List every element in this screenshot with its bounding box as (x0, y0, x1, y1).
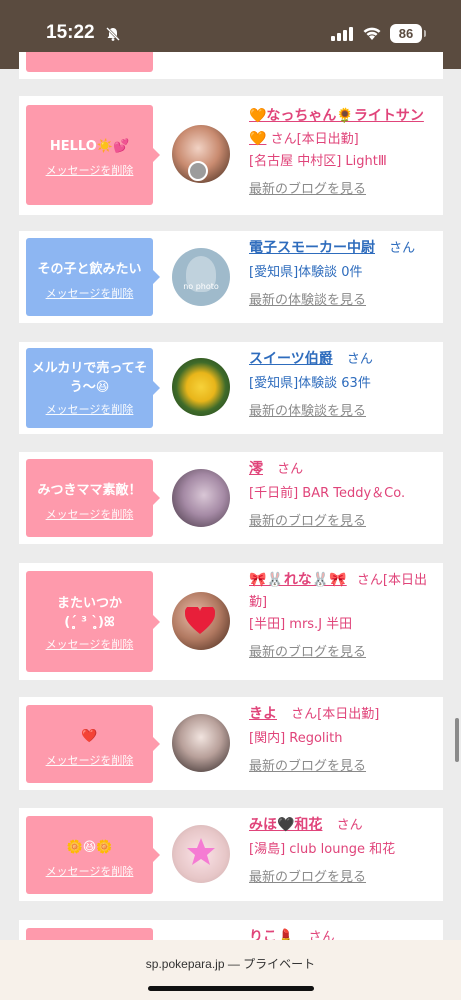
honorific-label: さん (277, 462, 304, 477)
avatar[interactable] (172, 592, 230, 650)
message-card: HELLO☀️💕 メッセージを削除 🧡なっちゃん🌻ライトサン🧡 さん[本日出勤]… (19, 96, 443, 215)
home-indicator[interactable] (148, 986, 314, 991)
signal-icon (331, 27, 353, 41)
star-sticker-icon (187, 838, 215, 865)
latest-blog-link[interactable]: 最新のブログを見る (249, 756, 439, 778)
message-bubble: HELLO☀️💕 メッセージを削除 (26, 105, 160, 205)
message-card-partial-top (19, 52, 443, 79)
profile-name-link[interactable]: 🎀🐰れな🐰🎀 (249, 572, 347, 588)
message-card: 🌼😆🌼 メッセージを削除 みほ🖤和花 さん [湯島] club lounge 和… (19, 808, 443, 901)
honorific-label: さん[本日出勤] (291, 707, 380, 722)
avatar[interactable] (172, 469, 230, 527)
profile-name-link[interactable]: 電子スモーカー中尉 (249, 240, 375, 256)
profile-name-link[interactable]: きよ (249, 706, 277, 722)
message-text: みつきママ素敵！ (37, 483, 142, 498)
honorific-label: さん (336, 818, 363, 833)
profile-meta: [名古屋 中村区] LightⅢ (249, 154, 387, 169)
message-bubble: 🌼😆🌼 メッセージを削除 (26, 816, 160, 894)
honorific-label: さん (346, 352, 373, 367)
delete-message-link[interactable]: メッセージを削除 (26, 636, 153, 652)
avatar[interactable] (172, 825, 230, 883)
no-photo-label: no photo (183, 282, 219, 291)
profile-name-link[interactable]: みほ🖤和花 (249, 817, 322, 833)
message-text: またいつか (ˊ̥̥̥̥̥ ³ ˋ̥̥̥̥̥)ꕤ (56, 596, 122, 630)
latest-blog-link[interactable]: 最新のブログを見る (249, 179, 439, 201)
latest-blog-link[interactable]: 最新のブログを見る (249, 511, 439, 533)
message-text: その子と飲みたい (37, 262, 142, 277)
message-bubble: ❤️ メッセージを削除 (26, 705, 160, 783)
latest-blog-link[interactable]: 最新のブログを見る (249, 867, 439, 889)
message-text: 🌼😆🌼 (66, 840, 113, 855)
battery-icon: 86 (390, 24, 426, 43)
message-card: ❤️ メッセージを削除 きよ さん[本日出勤] [関内] Regolith 最新… (19, 697, 443, 790)
avatar[interactable] (172, 125, 230, 183)
message-bubble: みつきママ素敵！ メッセージを削除 (26, 459, 160, 537)
message-card: その子と飲みたい メッセージを削除 no photo 電子スモーカー中尉 さん … (19, 231, 443, 323)
message-card: またいつか (ˊ̥̥̥̥̥ ³ ˋ̥̥̥̥̥)ꕤ メッセージを削除 🎀🐰れな🐰🎀… (19, 563, 443, 680)
message-bubble: その子と飲みたい メッセージを削除 (26, 238, 160, 316)
latest-review-link[interactable]: 最新の体験談を見る (249, 290, 439, 312)
profile-meta: [湯島] club lounge 和花 (249, 842, 396, 857)
profile-name-link[interactable]: スイーツ伯爵 (249, 351, 333, 367)
profile-info: 🎀🐰れな🐰🎀 さん[本日出勤] [半田] mrs.J 半田 最新のブログを見る (249, 569, 439, 664)
profile-info: みほ🖤和花 さん [湯島] club lounge 和花 最新のブログを見る (249, 814, 439, 889)
profile-info: 電子スモーカー中尉 さん [愛知県]体験談 0件 最新の体験談を見る (249, 237, 439, 312)
latest-blog-link[interactable]: 最新のブログを見る (249, 642, 439, 664)
message-text: HELLO☀️💕 (49, 139, 130, 154)
status-time: 15:22 (46, 22, 95, 43)
honorific-label: さん (389, 241, 416, 256)
message-bubble: メルカリで売ってそう〜😆 メッセージを削除 (26, 348, 160, 428)
message-bubble: またいつか (ˊ̥̥̥̥̥ ³ ˋ̥̥̥̥̥)ꕤ メッセージを削除 (26, 571, 160, 672)
profile-info: スイーツ伯爵 さん [愛知県]体験談 63件 最新の体験談を見る (249, 348, 439, 423)
wifi-icon (363, 27, 381, 40)
profile-info: 🧡なっちゃん🌻ライトサン🧡 さん[本日出勤] [名古屋 中村区] LightⅢ … (249, 105, 439, 201)
profile-meta: [愛知県]体験談 0件 (249, 265, 363, 280)
delete-message-link[interactable]: メッセージを削除 (26, 863, 153, 879)
browser-url-bar[interactable]: sp.pokepara.jp — プライベート (0, 940, 461, 1000)
scroll-indicator[interactable] (455, 718, 459, 762)
profile-meta: [愛知県]体験談 63件 (249, 376, 371, 391)
bell-muted-icon (106, 27, 120, 41)
url-text[interactable]: sp.pokepara.jp — プライベート (0, 955, 461, 972)
avatar[interactable]: no photo (172, 248, 230, 306)
profile-meta: [半田] mrs.J 半田 (249, 617, 353, 632)
message-text: ❤️ (81, 729, 98, 744)
message-bubble-partial (26, 52, 153, 72)
delete-message-link[interactable]: メッセージを削除 (26, 401, 153, 417)
avatar[interactable] (172, 358, 230, 416)
heart-sticker-icon (188, 161, 208, 181)
profile-meta: [千日前] BAR Teddy＆Co. (249, 486, 406, 501)
delete-message-link[interactable]: メッセージを削除 (26, 285, 153, 301)
profile-name-link[interactable]: 澪 (249, 461, 263, 477)
profile-info: きよ さん[本日出勤] [関内] Regolith 最新のブログを見る (249, 703, 439, 778)
delete-message-link[interactable]: メッセージを削除 (26, 752, 153, 768)
profile-meta: [関内] Regolith (249, 731, 343, 746)
profile-info: 澪 さん [千日前] BAR Teddy＆Co. 最新のブログを見る (249, 458, 439, 533)
message-card: みつきママ素敵！ メッセージを削除 澪 さん [千日前] BAR Teddy＆C… (19, 452, 443, 544)
delete-message-link[interactable]: メッセージを削除 (26, 162, 153, 178)
honorific-label: さん[本日出勤] (270, 132, 359, 147)
message-text: メルカリで売ってそう〜😆 (31, 361, 148, 395)
heart-sticker-icon (184, 604, 216, 635)
delete-message-link[interactable]: メッセージを削除 (26, 506, 153, 522)
latest-review-link[interactable]: 最新の体験談を見る (249, 401, 439, 423)
message-card: メルカリで売ってそう〜😆 メッセージを削除 スイーツ伯爵 さん [愛知県]体験談… (19, 342, 443, 434)
avatar[interactable] (172, 714, 230, 772)
